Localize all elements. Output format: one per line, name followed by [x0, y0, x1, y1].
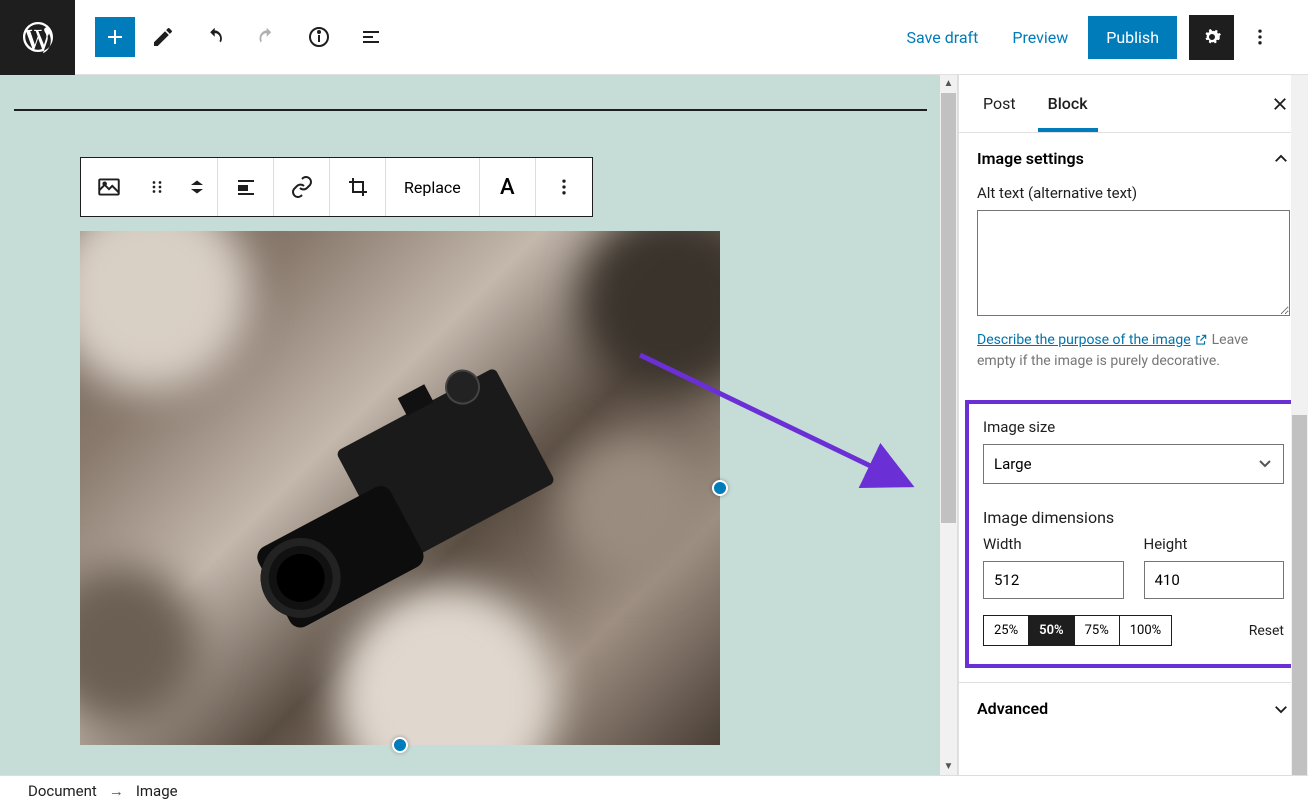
alt-text-label: Alt text (alternative text) [977, 184, 1290, 202]
outline-button[interactable] [347, 13, 395, 61]
redo-icon [255, 25, 279, 49]
width-input[interactable] [983, 561, 1124, 599]
save-draft-button[interactable]: Save draft [893, 18, 993, 57]
info-icon [307, 25, 331, 49]
topbar-left-tools [75, 13, 395, 61]
block-breadcrumb: Document → Image [0, 775, 1308, 806]
edit-mode-button[interactable] [139, 13, 187, 61]
resize-handle-bottom[interactable] [392, 737, 408, 753]
external-link-icon [1194, 333, 1208, 347]
more-vertical-icon [554, 177, 574, 197]
sidebar-scrollbar[interactable] [1291, 75, 1308, 775]
separator-block[interactable] [14, 109, 927, 111]
percent-25-button[interactable]: 25% [984, 616, 1029, 645]
image-size-label: Image size [983, 418, 1284, 436]
editor-canvas[interactable]: Replace A [0, 75, 958, 775]
undo-button[interactable] [191, 13, 239, 61]
chevron-up-icon [1272, 150, 1290, 168]
width-label: Width [983, 535, 1124, 553]
move-buttons[interactable] [177, 158, 217, 216]
align-icon [234, 175, 258, 199]
advanced-panel: Advanced [959, 682, 1308, 734]
chevron-up-icon [188, 177, 206, 187]
breadcrumb-document[interactable]: Document [28, 782, 97, 800]
reset-button[interactable]: Reset [1249, 623, 1284, 639]
tab-post[interactable]: Post [967, 76, 1032, 131]
sidebar-tabs: Post Block [959, 75, 1308, 133]
gear-icon [1200, 25, 1224, 49]
alt-text-help: Describe the purpose of the image Leave … [977, 330, 1290, 372]
chevron-down-icon [1272, 700, 1290, 718]
scroll-up-icon[interactable]: ▲ [940, 75, 957, 92]
sidebar-scrollbar-thumb[interactable] [1292, 415, 1307, 775]
pencil-icon [151, 25, 175, 49]
annotation-highlight-box: Image size Large Image dimensions Width … [965, 400, 1302, 668]
image-dimensions-label: Image dimensions [983, 508, 1284, 527]
height-input[interactable] [1144, 561, 1285, 599]
percent-50-button[interactable]: 50% [1029, 616, 1074, 645]
editor-main: Replace A [0, 75, 1308, 775]
percent-100-button[interactable]: 100% [1120, 616, 1171, 645]
advanced-title: Advanced [977, 699, 1048, 718]
info-button[interactable] [295, 13, 343, 61]
editor-topbar: Save draft Preview Publish [0, 0, 1308, 75]
tab-block[interactable]: Block [1032, 76, 1104, 131]
wordpress-logo[interactable] [0, 0, 75, 75]
redo-button[interactable] [243, 13, 291, 61]
advanced-panel-header[interactable]: Advanced [959, 683, 1308, 734]
list-view-icon [359, 25, 383, 49]
plus-icon [103, 25, 127, 49]
drag-handle[interactable] [137, 158, 177, 216]
alt-text-input[interactable] [977, 210, 1290, 316]
link-icon [290, 175, 314, 199]
align-button[interactable] [218, 158, 274, 216]
wordpress-icon [20, 19, 56, 55]
publish-button[interactable]: Publish [1088, 16, 1177, 59]
canvas-scrollbar[interactable]: ▲ ▼ [940, 75, 957, 775]
breadcrumb-separator: → [109, 782, 124, 800]
sidebar-body: Image settings Alt text (alternative tex… [959, 133, 1308, 775]
preview-button[interactable]: Preview [998, 18, 1082, 57]
more-options-button[interactable] [1240, 15, 1280, 60]
image-block[interactable] [80, 231, 720, 745]
height-label: Height [1144, 535, 1285, 553]
image-settings-title: Image settings [977, 149, 1084, 168]
describe-purpose-link[interactable]: Describe the purpose of the image [977, 332, 1191, 348]
percent-75-button[interactable]: 75% [1075, 616, 1120, 645]
drag-icon [148, 178, 166, 196]
block-more-button[interactable] [536, 158, 592, 216]
close-icon [1271, 95, 1289, 113]
topbar-right-tools: Save draft Preview Publish [893, 15, 1308, 60]
percent-button-group: 25% 50% 75% 100% [983, 615, 1172, 646]
resize-handle-right[interactable] [712, 480, 728, 496]
block-type-button[interactable] [81, 158, 137, 216]
settings-toggle-button[interactable] [1189, 15, 1234, 60]
image-settings-panel-header[interactable]: Image settings [959, 133, 1308, 184]
image-icon [96, 174, 122, 200]
add-block-button[interactable] [95, 17, 135, 57]
text-button[interactable]: A [480, 158, 536, 216]
scroll-down-icon[interactable]: ▼ [940, 758, 957, 775]
settings-sidebar: Post Block Image settings Alt text (alte… [958, 75, 1308, 775]
scrollbar-thumb[interactable] [941, 93, 956, 523]
crop-button[interactable] [330, 158, 386, 216]
image-size-select[interactable]: Large [983, 444, 1284, 484]
alt-text-section: Alt text (alternative text) Describe the… [959, 184, 1308, 390]
more-vertical-icon [1250, 27, 1270, 47]
crop-icon [346, 175, 370, 199]
chevron-down-icon [188, 187, 206, 197]
undo-icon [203, 25, 227, 49]
link-button[interactable] [274, 158, 330, 216]
breadcrumb-image[interactable]: Image [136, 782, 178, 800]
replace-button[interactable]: Replace [386, 158, 480, 216]
image-content [80, 231, 720, 745]
block-toolbar: Replace A [80, 157, 593, 217]
